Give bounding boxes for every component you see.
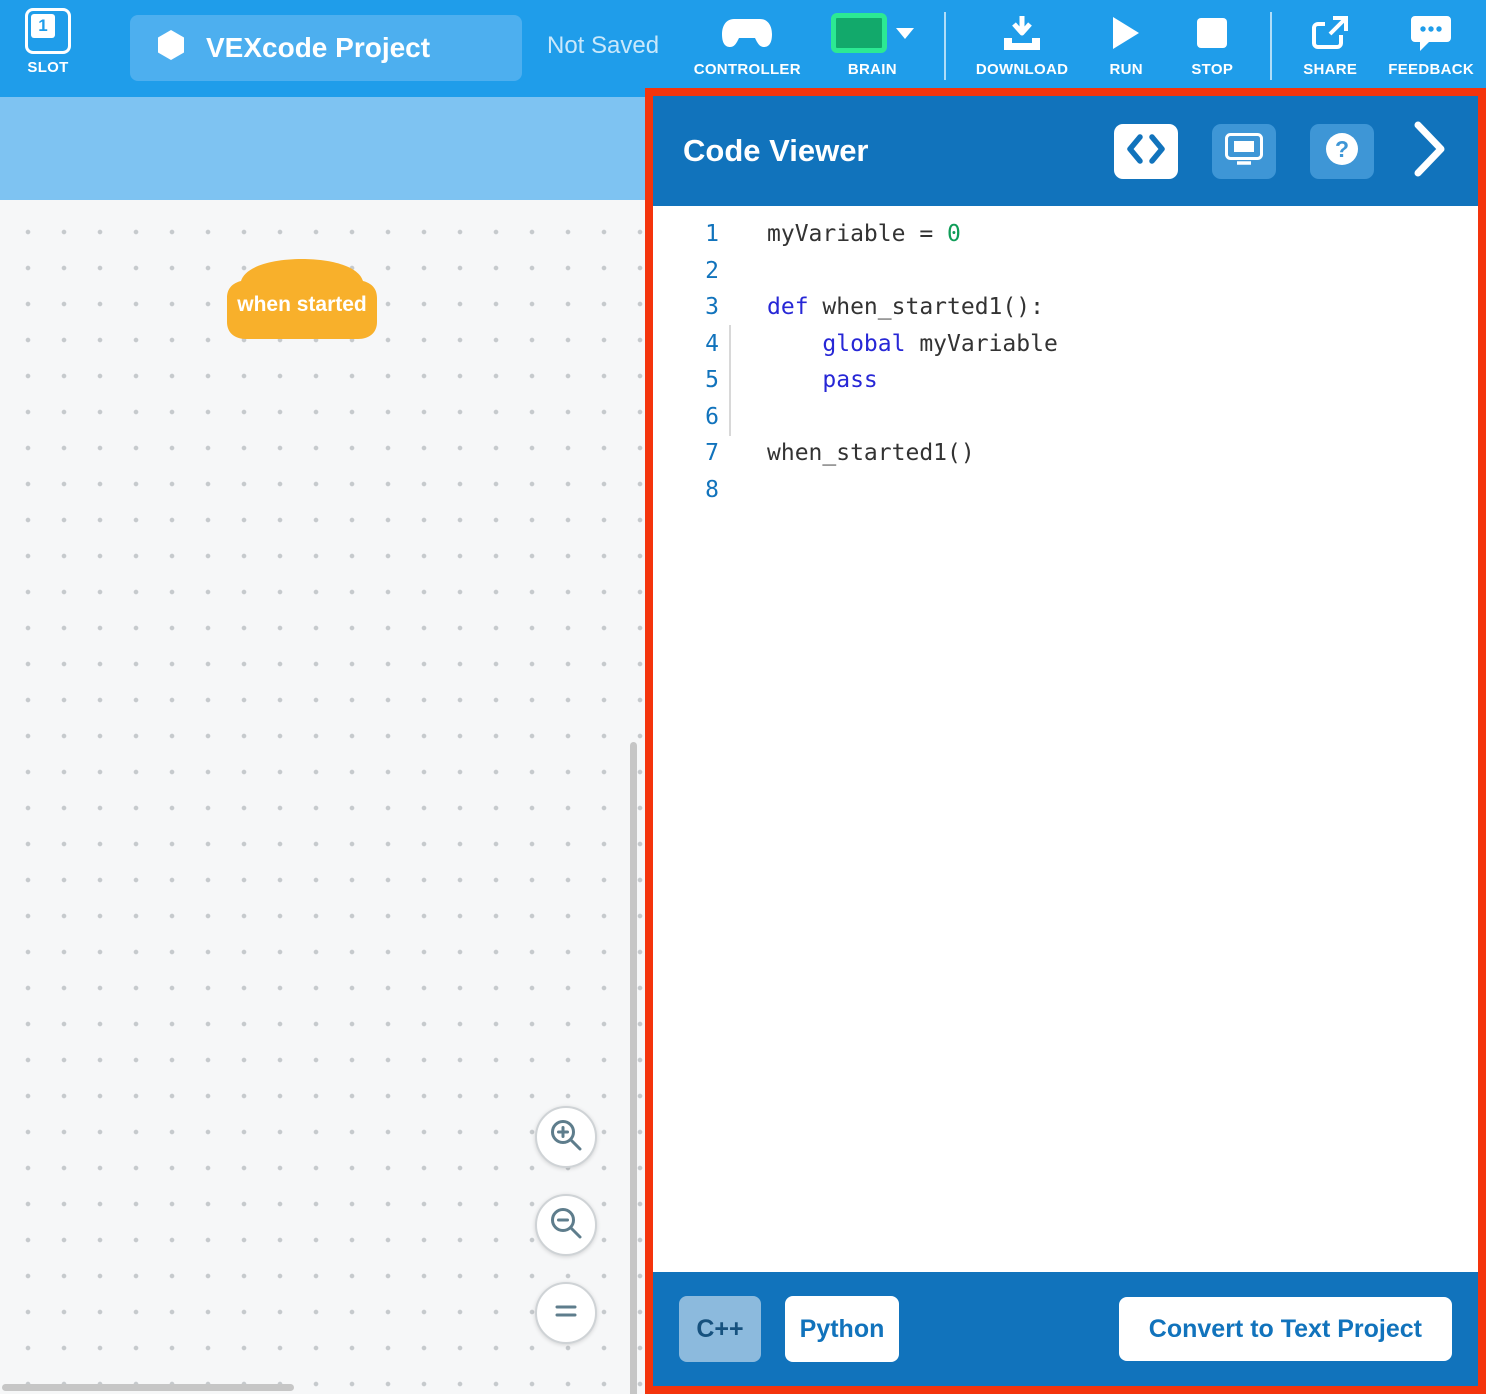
zoom-out-icon bbox=[548, 1205, 584, 1246]
hexagon-icon bbox=[156, 29, 186, 68]
line-number: 3 bbox=[653, 289, 719, 326]
toolbar-divider bbox=[944, 12, 946, 80]
controller-icon bbox=[721, 12, 773, 54]
python-tab[interactable]: Python bbox=[785, 1296, 899, 1362]
help-button[interactable]: ? bbox=[1310, 124, 1374, 179]
block-workspace: when started bbox=[0, 97, 645, 1394]
workspace-canvas[interactable]: when started bbox=[0, 200, 645, 1394]
run-label: RUN bbox=[1110, 61, 1143, 78]
vertical-scrollbar[interactable] bbox=[630, 742, 637, 1394]
code-line: 6 bbox=[653, 399, 1478, 436]
controller-button[interactable]: CONTROLLER bbox=[694, 12, 801, 78]
code-line: 4 global myVariable bbox=[653, 326, 1478, 363]
project-title: VEXcode Project bbox=[206, 32, 430, 64]
cpp-tab[interactable]: C++ bbox=[679, 1296, 761, 1362]
block-label: when started bbox=[219, 293, 385, 317]
feedback-icon bbox=[1410, 12, 1452, 54]
run-icon bbox=[1111, 12, 1141, 54]
toolbar-actions: CONTROLLER BRAIN DOWNLOAD bbox=[694, 12, 1474, 80]
zoom-reset-button[interactable] bbox=[535, 1282, 597, 1344]
zoom-out-button[interactable] bbox=[535, 1194, 597, 1256]
code-viewer-header: Code Viewer bbox=[653, 96, 1478, 206]
top-toolbar: 1 SLOT VEXcode Project Not Saved CONTROL… bbox=[0, 0, 1486, 97]
code-viewer-toolbar: ? bbox=[1114, 120, 1448, 183]
code-viewer-title: Code Viewer bbox=[683, 133, 869, 169]
feedback-button[interactable]: FEEDBACK bbox=[1388, 12, 1474, 78]
code-text: pass bbox=[719, 362, 878, 399]
svg-text:?: ? bbox=[1335, 136, 1349, 162]
line-number: 6 bbox=[653, 399, 719, 436]
collapse-panel-button[interactable] bbox=[1412, 120, 1448, 183]
code-viewer-panel: Code Viewer bbox=[645, 88, 1486, 1394]
code-line: 8 bbox=[653, 472, 1478, 509]
stop-icon bbox=[1197, 12, 1227, 54]
slot-button[interactable]: 1 SLOT bbox=[14, 8, 82, 76]
share-label: SHARE bbox=[1303, 61, 1357, 78]
project-title-chip[interactable]: VEXcode Project bbox=[130, 15, 522, 81]
brain-button[interactable]: BRAIN bbox=[831, 12, 914, 78]
code-viewer-footer: C++ Python Convert to Text Project bbox=[653, 1272, 1478, 1386]
brain-device-icon bbox=[1225, 133, 1263, 170]
run-button[interactable]: RUN bbox=[1098, 12, 1154, 78]
code-text: when_started1() bbox=[719, 435, 975, 472]
device-info-button[interactable] bbox=[1212, 124, 1276, 179]
zoom-reset-icon bbox=[548, 1293, 584, 1334]
slot-label: SLOT bbox=[27, 59, 68, 76]
slot-icon: 1 bbox=[25, 8, 71, 54]
download-label: DOWNLOAD bbox=[976, 61, 1068, 78]
line-number: 5 bbox=[653, 362, 719, 399]
code-brackets-icon bbox=[1126, 133, 1166, 170]
code-toggle-button[interactable] bbox=[1114, 124, 1178, 179]
controller-label: CONTROLLER bbox=[694, 61, 801, 78]
palette-strip bbox=[0, 97, 645, 200]
download-icon bbox=[1001, 12, 1043, 54]
slot-number: 1 bbox=[31, 14, 55, 38]
download-button[interactable]: DOWNLOAD bbox=[976, 12, 1068, 78]
code-text bbox=[719, 253, 767, 290]
line-number: 4 bbox=[653, 326, 719, 363]
when-started-block[interactable]: when started bbox=[219, 256, 385, 342]
line-number: 8 bbox=[653, 472, 719, 509]
line-number: 2 bbox=[653, 253, 719, 290]
zoom-in-icon bbox=[548, 1117, 584, 1158]
brain-icon bbox=[831, 12, 914, 54]
code-text: global myVariable bbox=[719, 326, 1058, 363]
zoom-in-button[interactable] bbox=[535, 1106, 597, 1168]
chevron-right-icon bbox=[1412, 120, 1448, 183]
share-icon bbox=[1311, 12, 1349, 54]
code-line: 2 bbox=[653, 253, 1478, 290]
line-number: 7 bbox=[653, 435, 719, 472]
code-text: myVariable = 0 bbox=[719, 216, 961, 253]
code-line: 7when_started1() bbox=[653, 435, 1478, 472]
code-line: 3def when_started1(): bbox=[653, 289, 1478, 326]
horizontal-scrollbar[interactable] bbox=[2, 1384, 294, 1391]
stop-label: STOP bbox=[1191, 61, 1233, 78]
toolbar-divider bbox=[1270, 12, 1272, 80]
save-status: Not Saved bbox=[547, 32, 659, 60]
code-text bbox=[719, 472, 767, 509]
question-mark-icon: ? bbox=[1323, 130, 1361, 173]
code-lines: 1myVariable = 023def when_started1():4 g… bbox=[653, 206, 1478, 1272]
line-number: 1 bbox=[653, 216, 719, 253]
stop-button[interactable]: STOP bbox=[1184, 12, 1240, 78]
brain-label: BRAIN bbox=[848, 61, 897, 78]
code-text bbox=[719, 399, 767, 436]
code-text: def when_started1(): bbox=[719, 289, 1044, 326]
code-line: 5 pass bbox=[653, 362, 1478, 399]
feedback-label: FEEDBACK bbox=[1388, 61, 1474, 78]
share-button[interactable]: SHARE bbox=[1302, 12, 1358, 78]
code-line: 1myVariable = 0 bbox=[653, 216, 1478, 253]
convert-to-text-project-button[interactable]: Convert to Text Project bbox=[1119, 1297, 1452, 1361]
chevron-down-icon bbox=[896, 28, 914, 39]
